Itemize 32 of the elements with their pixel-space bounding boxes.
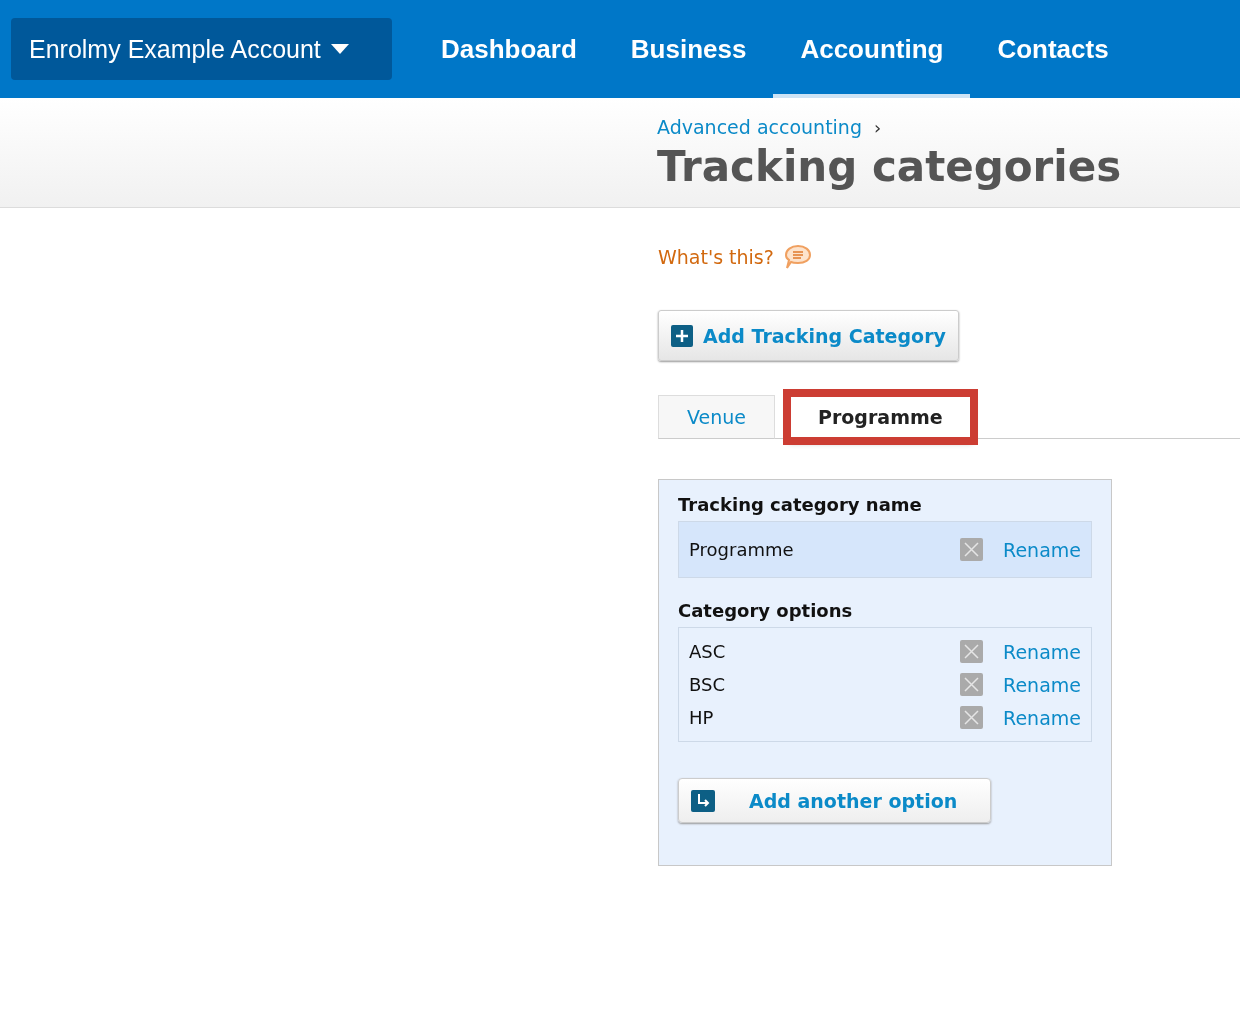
delete-button[interactable]: [960, 640, 984, 663]
delete-button[interactable]: [960, 673, 984, 696]
option-name: Programme: [689, 539, 795, 560]
section-heading: Category options: [678, 600, 854, 621]
breadcrumb-separator: ›: [873, 116, 882, 138]
option-name: ASC: [689, 641, 727, 662]
add-tracking-category-button[interactable]: Add Tracking Category: [658, 310, 959, 361]
delete-button[interactable]: [960, 538, 984, 561]
nav-item[interactable]: Business: [603, 0, 774, 98]
tab[interactable]: Venue: [658, 395, 775, 439]
speech-bubble-icon: [783, 244, 812, 270]
section-heading: Tracking category name: [678, 494, 923, 515]
rename-link[interactable]: Rename: [1003, 673, 1081, 696]
breadcrumb-link[interactable]: Advanced accounting: [657, 116, 862, 138]
delete-button[interactable]: [960, 706, 984, 729]
rename-link[interactable]: Rename: [1003, 538, 1081, 561]
option-name: HP: [689, 707, 715, 728]
nav-item[interactable]: Contacts: [970, 0, 1136, 98]
plus-icon: [671, 324, 693, 347]
page-title: Tracking categories: [657, 142, 1123, 191]
delete-icon: [964, 542, 980, 557]
account-menu-button[interactable]: Enrolmy Example Account: [11, 18, 392, 80]
help-link[interactable]: What's this?: [658, 246, 774, 268]
delete-icon: [964, 710, 980, 725]
delete-icon: [964, 677, 980, 692]
nav-item[interactable]: Dashboard: [414, 0, 604, 98]
add-option-button[interactable]: Add another option: [678, 778, 991, 823]
caret-icon: [330, 44, 349, 54]
delete-icon: [964, 644, 980, 659]
rename-link[interactable]: Rename: [1003, 640, 1081, 663]
option-name: BSC: [689, 674, 727, 695]
rename-link[interactable]: Rename: [1003, 706, 1081, 729]
